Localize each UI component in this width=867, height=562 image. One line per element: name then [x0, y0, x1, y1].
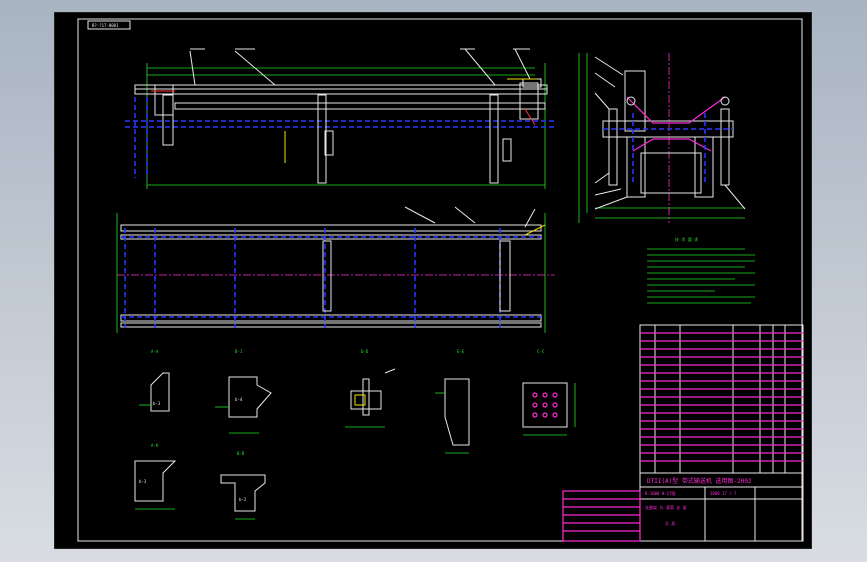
- detail-view-7[interactable]: B-B b-2: [220, 451, 266, 520]
- detail-view-5[interactable]: C-C: [522, 349, 576, 436]
- side-elevation-view[interactable]: [125, 48, 555, 189]
- technical-notes: 技 术 要 求: [647, 236, 755, 304]
- detail-label-2: B-1: [235, 349, 243, 354]
- title-main: DTII(A)型 带式输送机 选用图-2002: [647, 477, 752, 485]
- detail-label-6: A-K: [151, 443, 159, 448]
- plan-view[interactable]: [116, 206, 555, 333]
- detail-area-1: b-3: [153, 401, 161, 406]
- detail-area-6: b-3: [139, 479, 147, 484]
- detail-view-2[interactable]: B-1 b-4: [215, 349, 272, 434]
- detail-area-7: b-2: [239, 497, 247, 502]
- detail-view-1[interactable]: A-A b-3: [139, 349, 170, 412]
- detail-label-1: A-A: [151, 349, 159, 354]
- notes-title: 技 术 要 求: [675, 236, 698, 242]
- detail-view-3[interactable]: D-D: [345, 349, 396, 428]
- title-sheet-name: 支腿架 与 滚筒 支 架: [645, 504, 687, 510]
- drawing-sheet: B?-?17-0001 A-A b-3 B-1 b-4 D-D E-E C-C …: [77, 18, 804, 542]
- frame-tag: B?-?17-0001: [92, 23, 119, 28]
- detail-view-6[interactable]: A-K b-3: [134, 443, 177, 510]
- detail-label-4: E-E: [457, 349, 465, 354]
- title-block: DTII(A)型 带式输送机 选用图-2002 B-1000 H-17图 100…: [562, 472, 804, 542]
- title-drawing-no: B-1000 H-17图: [645, 490, 676, 496]
- drawing-frame: B?-?17-0001: [77, 18, 803, 542]
- detail-area-2: b-4: [235, 397, 243, 402]
- title-company: 天 辰: [665, 521, 675, 526]
- title-scale: 1000 17 / 7: [710, 491, 737, 496]
- detail-label-3: D-D: [361, 349, 369, 354]
- detail-view-4[interactable]: E-E: [435, 349, 470, 454]
- end-section-view[interactable]: [578, 53, 746, 223]
- detail-label-7: B-B: [237, 451, 245, 456]
- cad-viewport[interactable]: B?-?17-0001 A-A b-3 B-1 b-4 D-D E-E C-C …: [54, 12, 812, 549]
- detail-label-5: C-C: [537, 349, 545, 354]
- parts-list-table: [639, 324, 804, 474]
